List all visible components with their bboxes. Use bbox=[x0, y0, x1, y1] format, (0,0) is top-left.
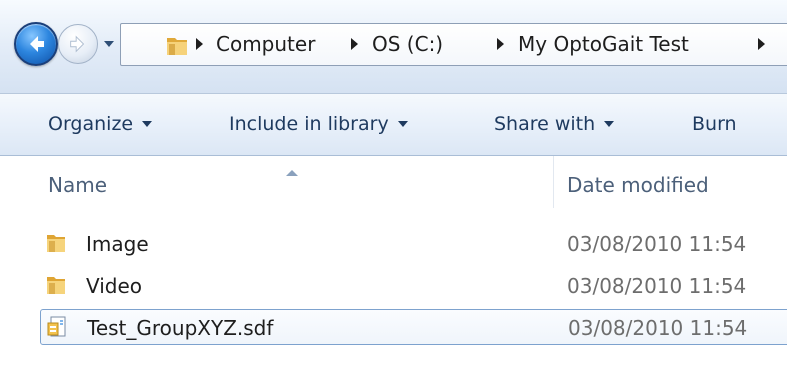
burn-label: Burn bbox=[692, 113, 737, 135]
command-toolbar: Organize Include in library Share with B… bbox=[0, 93, 787, 156]
navigation-bar: Computer OS (C:) My OptoGait Test bbox=[0, 0, 787, 93]
chevron-down-icon bbox=[142, 120, 153, 127]
list-item[interactable]: Video 03/08/2010 11:54 bbox=[40, 268, 787, 304]
organize-button[interactable]: Organize bbox=[48, 94, 153, 155]
file-name: Image bbox=[86, 232, 149, 256]
file-list: Name Date modified Image 03/08/2010 11:5… bbox=[0, 156, 787, 385]
share-with-button[interactable]: Share with bbox=[494, 94, 615, 155]
sdf-file-icon bbox=[46, 315, 70, 343]
file-date-modified: 03/08/2010 11:54 bbox=[567, 274, 747, 298]
recent-pages-dropdown[interactable] bbox=[101, 36, 117, 52]
list-item[interactable]: Test_GroupXYZ.sdf 03/08/2010 11:54 bbox=[40, 309, 787, 345]
explorer-window: Computer OS (C:) My OptoGait Test Organi… bbox=[0, 0, 787, 385]
chevron-down-icon bbox=[397, 120, 408, 127]
organize-label: Organize bbox=[48, 113, 134, 135]
back-button[interactable] bbox=[14, 22, 58, 66]
breadcrumb-separator-icon[interactable] bbox=[351, 38, 358, 50]
breadcrumb-computer[interactable]: Computer bbox=[216, 24, 315, 65]
back-arrow-icon bbox=[30, 36, 44, 52]
folder-icon bbox=[45, 273, 69, 301]
sort-ascending-icon bbox=[286, 170, 298, 176]
column-divider[interactable] bbox=[553, 156, 554, 208]
burn-button[interactable]: Burn bbox=[692, 94, 737, 155]
address-bar[interactable]: Computer OS (C:) My OptoGait Test bbox=[120, 23, 787, 66]
include-in-library-label: Include in library bbox=[229, 113, 389, 135]
list-item[interactable]: Image 03/08/2010 11:54 bbox=[40, 226, 787, 262]
include-in-library-button[interactable]: Include in library bbox=[229, 94, 408, 155]
forward-arrow-icon bbox=[70, 35, 85, 53]
chevron-down-icon bbox=[104, 41, 114, 47]
breadcrumb-separator-icon[interactable] bbox=[758, 38, 765, 50]
column-header-date-modified[interactable]: Date modified bbox=[567, 156, 709, 214]
share-with-label: Share with bbox=[494, 113, 596, 135]
folder-icon bbox=[45, 231, 69, 259]
chevron-down-icon bbox=[604, 120, 615, 127]
file-name: Video bbox=[86, 274, 143, 298]
forward-button[interactable] bbox=[58, 24, 98, 64]
breadcrumb-separator-icon[interactable] bbox=[497, 38, 504, 50]
breadcrumb-my-optogait-test[interactable]: My OptoGait Test bbox=[518, 24, 689, 65]
file-date-modified: 03/08/2010 11:54 bbox=[567, 232, 747, 256]
file-name: Test_GroupXYZ.sdf bbox=[87, 316, 274, 340]
breadcrumb-separator-icon[interactable] bbox=[196, 38, 203, 50]
folder-icon bbox=[166, 35, 190, 61]
breadcrumb-os-drive[interactable]: OS (C:) bbox=[372, 24, 443, 65]
file-date-modified: 03/08/2010 11:54 bbox=[568, 316, 748, 340]
column-header-name[interactable]: Name bbox=[48, 156, 107, 214]
